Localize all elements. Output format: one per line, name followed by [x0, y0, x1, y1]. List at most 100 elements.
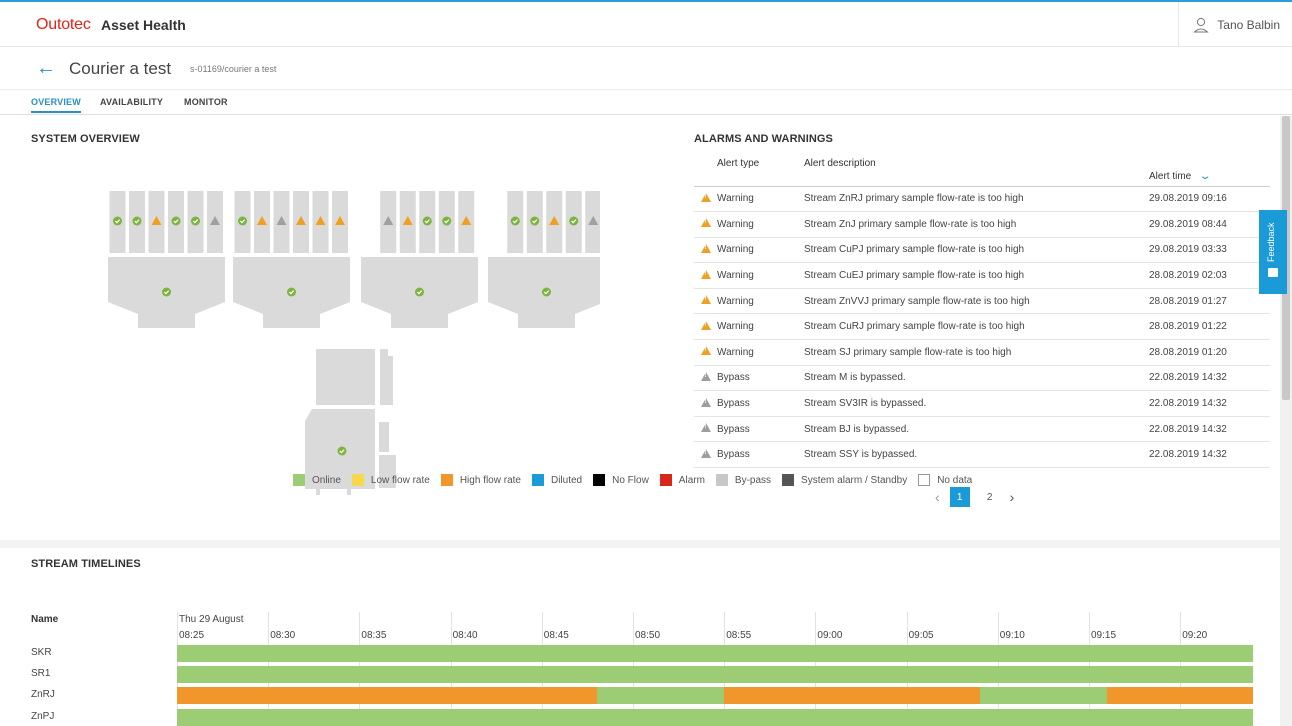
- timeline-legend: Online Low flow rate High flow rate Diluted…: [293, 474, 983, 486]
- timeline-segment[interactable]: [177, 666, 1254, 684]
- ok-status-icon: [287, 287, 296, 297]
- alarm-description: Stream ZnVVJ primary sample flow-rate is…: [804, 288, 1149, 315]
- warning-icon: [701, 346, 711, 356]
- alarm-description: Stream ZnJ primary sample flow-rate is t…: [804, 211, 1149, 238]
- alarm-time: 22.08.2019 14:32: [1149, 365, 1270, 392]
- bypass-icon: [701, 423, 711, 433]
- top-bar: Outotec Asset Health Tano Balbin: [0, 2, 1292, 47]
- tick-label: 09:00: [817, 630, 843, 641]
- chevron-down-icon[interactable]: ⌄: [1199, 171, 1212, 182]
- sampler-unit[interactable]: [233, 191, 350, 328]
- alarms-table: Alert type Alert description Alert time ⌄…: [694, 154, 1270, 469]
- alarm-row[interactable]: WarningStream SJ primary sample flow-rat…: [694, 339, 1270, 366]
- legend-swatch: [659, 474, 672, 486]
- alarm-icon-cell: [694, 390, 711, 417]
- alert-type-header[interactable]: Alert type: [711, 154, 804, 187]
- alarm-row[interactable]: WarningStream ZnRJ primary sample flow-r…: [694, 186, 1270, 213]
- alarm-icon-cell: [694, 237, 711, 264]
- tick-label: 08:25: [179, 630, 205, 641]
- timeline-row-name: ZnRJ: [31, 689, 55, 701]
- tick-label: 08:55: [726, 630, 752, 641]
- tab-bar: OVERVIEW AVAILABILITY MONITOR: [0, 91, 1292, 115]
- timeline-segment[interactable]: [1107, 687, 1254, 705]
- alarm-description: Stream CuEJ primary sample flow-rate is …: [804, 262, 1149, 289]
- alarm-icon-cell: [694, 288, 711, 315]
- tick-label: 08:40: [452, 630, 478, 641]
- alarms-title: ALARMS AND WARNINGS: [694, 133, 833, 145]
- system-diagram: [108, 191, 600, 495]
- tick-label: 09:15: [1091, 630, 1117, 641]
- alarm-time: 28.08.2019 02:03: [1149, 262, 1270, 289]
- legend-item: No data: [918, 474, 972, 486]
- timeline-segment[interactable]: [724, 687, 980, 705]
- ok-status-icon: [569, 216, 579, 226]
- legend-swatch: [531, 474, 544, 486]
- alarm-time: 22.08.2019 14:32: [1149, 441, 1270, 469]
- ok-status-icon: [171, 216, 181, 226]
- page-1-button[interactable]: 1: [949, 487, 970, 507]
- alarm-icon-cell: [694, 186, 711, 213]
- alert-time-label: Alert time: [1149, 170, 1192, 182]
- alarm-row[interactable]: WarningStream ZnJ primary sample flow-ra…: [694, 211, 1270, 238]
- pagination: ‹ 1 2 ›: [935, 487, 1014, 507]
- legend-label: Low flow rate: [370, 474, 430, 486]
- alarm-row[interactable]: BypassStream SSY is bypassed.22.08.2019 …: [694, 441, 1270, 469]
- brand-logo[interactable]: Outotec: [36, 16, 91, 34]
- alarm-type: Bypass: [711, 390, 804, 417]
- timeline-segment[interactable]: [177, 708, 1254, 726]
- sampler-unit[interactable]: [108, 191, 225, 328]
- alarm-time: 28.08.2019 01:27: [1149, 288, 1270, 315]
- legend-item: System alarm / Standby: [782, 474, 907, 486]
- alert-time-header[interactable]: Alert time ⌄: [1149, 154, 1270, 187]
- alarm-description: Stream CuPJ primary sample flow-rate is …: [804, 237, 1149, 264]
- alarm-row[interactable]: BypassStream BJ is bypassed.22.08.2019 1…: [694, 416, 1270, 443]
- alarm-time: 29.08.2019 08:44: [1149, 211, 1270, 238]
- legend-item: Low flow rate: [351, 474, 430, 486]
- timeline-segment[interactable]: [979, 687, 1108, 705]
- page-subtitle: s-01169/courier a test: [190, 64, 277, 74]
- legend-swatch: [782, 474, 795, 486]
- timeline-segment[interactable]: [177, 687, 597, 705]
- ok-status-icon: [415, 287, 424, 297]
- alarm-icon-cell: [694, 313, 711, 341]
- ok-status-icon: [162, 287, 171, 297]
- alarm-time: 22.08.2019 14:32: [1149, 390, 1270, 417]
- alarm-type: Warning: [711, 288, 804, 315]
- ok-status-icon: [442, 216, 452, 226]
- sampler-unit[interactable]: [488, 191, 600, 328]
- tab-overview[interactable]: OVERVIEW: [31, 97, 81, 113]
- alarm-row[interactable]: BypassStream SV3IR is bypassed.22.08.201…: [694, 390, 1270, 417]
- timeline-segment[interactable]: [596, 687, 725, 705]
- timeline-row-name: SKR: [31, 647, 52, 658]
- legend-item: High flow rate: [440, 474, 521, 486]
- chevron-right-icon[interactable]: ›: [1010, 489, 1015, 505]
- arrow-left-icon[interactable]: ←: [36, 58, 56, 78]
- alarm-row[interactable]: WarningStream CuRJ primary sample flow-r…: [694, 313, 1270, 341]
- ok-status-icon: [337, 446, 347, 456]
- timelines-title: STREAM TIMELINES: [31, 558, 141, 570]
- tick-label: 08:35: [361, 630, 387, 641]
- alert-description-header[interactable]: Alert description: [804, 154, 1149, 187]
- alarm-description: Stream SV3IR is bypassed.: [804, 390, 1149, 417]
- alarm-row[interactable]: BypassStream M is bypassed.22.08.2019 14…: [694, 365, 1270, 392]
- scrollbar[interactable]: [1280, 116, 1292, 726]
- tick-label: 08:30: [270, 630, 296, 641]
- user-name: Tano Balbin: [1217, 17, 1280, 32]
- chevron-left-icon[interactable]: ‹: [935, 489, 940, 505]
- sampler-unit[interactable]: [361, 191, 478, 328]
- legend-item: Online: [293, 474, 341, 486]
- tab-availability[interactable]: AVAILABILITY: [100, 97, 163, 107]
- user-menu[interactable]: Tano Balbin: [1178, 2, 1292, 47]
- page-2-button[interactable]: 2: [980, 487, 1000, 507]
- alarm-row[interactable]: WarningStream CuEJ primary sample flow-r…: [694, 262, 1270, 289]
- alarm-type: Warning: [711, 262, 804, 289]
- alarm-row[interactable]: WarningStream ZnVVJ primary sample flow-…: [694, 288, 1270, 315]
- warning-icon: [701, 192, 711, 202]
- timeline-segment[interactable]: [177, 645, 1254, 662]
- legend-item: No Flow: [593, 474, 649, 486]
- feedback-button[interactable]: Feedback: [1259, 210, 1287, 294]
- alarm-row[interactable]: WarningStream CuPJ primary sample flow-r…: [694, 237, 1270, 264]
- alarm-time: 22.08.2019 14:32: [1149, 416, 1270, 443]
- tick-label: 09:05: [908, 630, 934, 641]
- tab-monitor[interactable]: MONITOR: [184, 97, 228, 107]
